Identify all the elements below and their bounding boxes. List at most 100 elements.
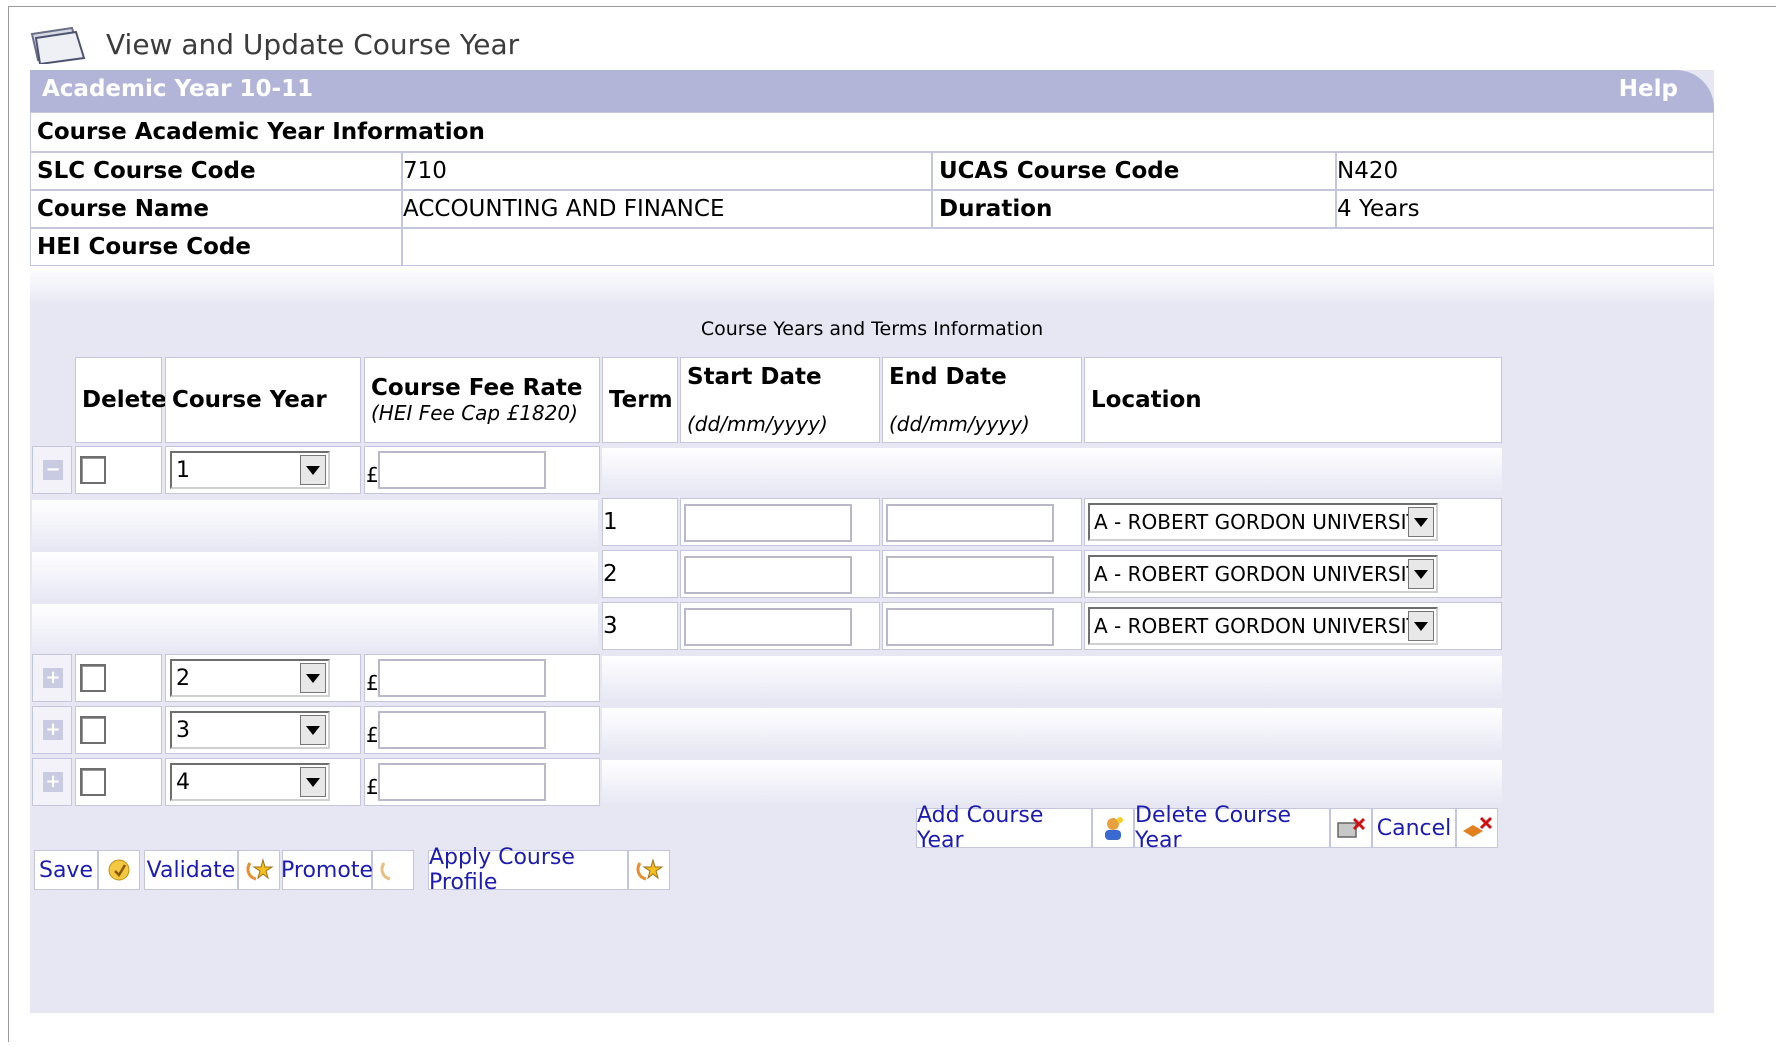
year-4-course-year-value: 4	[176, 769, 190, 795]
chevron-down-icon	[1408, 559, 1434, 589]
header-location: Location	[1084, 357, 1502, 443]
term-1-end-date-input[interactable]	[886, 504, 1054, 542]
year-4-course-year-select[interactable]: 4	[170, 763, 330, 801]
apply-course-profile-icon[interactable]	[628, 850, 670, 890]
term-3-start-date-input[interactable]	[684, 608, 852, 646]
promote-button[interactable]: Promote	[281, 850, 373, 890]
term-1-left-filler	[32, 500, 598, 548]
year-2-delete-checkbox[interactable]	[80, 664, 106, 692]
term-1-location-value: A - ROBERT GORDON UNIVERSITY	[1094, 510, 1431, 534]
duration-value: 4 Years	[1336, 190, 1714, 228]
year-4-fee-input[interactable]	[378, 763, 546, 801]
year-row-expander-cell: −	[32, 446, 72, 494]
apply-course-profile-button[interactable]: Apply Course Profile	[428, 845, 628, 895]
year-1-delete-cell	[75, 446, 162, 494]
course-years-section-title: Course Years and Terms Information	[700, 318, 1044, 340]
year-4-delete-cell	[75, 758, 162, 806]
year-4-delete-checkbox[interactable]	[80, 768, 106, 796]
header-course-year: Course Year	[165, 357, 361, 443]
term-2-left-filler	[32, 552, 598, 600]
academic-year-label: Academic Year 10-11	[42, 76, 314, 102]
page-title: View and Update Course Year	[106, 27, 520, 61]
year-3-delete-checkbox[interactable]	[80, 716, 106, 744]
add-user-icon	[1105, 817, 1123, 840]
delete-course-year-button[interactable]: Delete Course Year	[1134, 803, 1330, 853]
header-course-fee-rate-label: Course Fee Rate	[371, 375, 583, 401]
course-info-section-title: Course Academic Year Information	[30, 112, 1714, 152]
hei-course-code-label: HEI Course Code	[30, 228, 402, 266]
year-2-course-year-select[interactable]: 2	[170, 659, 330, 697]
term-2-location-select[interactable]: A - ROBERT GORDON UNIVERSITY	[1088, 555, 1438, 593]
header-end-date-label: End Date	[889, 364, 1007, 390]
term-1-number: 1	[602, 498, 678, 546]
hei-course-code-value	[402, 228, 1714, 266]
header-end-date: End Date (dd/mm/yyyy)	[882, 357, 1082, 443]
add-course-year-icon[interactable]	[1092, 808, 1134, 848]
academic-year-bar: Academic Year 10-11 Help	[30, 70, 1714, 112]
year-2-delete-cell	[75, 654, 162, 702]
chevron-down-icon	[300, 715, 326, 745]
delete-course-year-icon[interactable]	[1330, 808, 1372, 848]
term-1-start-date-input[interactable]	[684, 504, 852, 542]
help-link[interactable]: Help	[1619, 76, 1678, 102]
year-1-fee-input[interactable]	[378, 451, 546, 489]
term-1-location-select[interactable]: A - ROBERT GORDON UNIVERSITY	[1088, 503, 1438, 541]
header-fee-cap: (HEI Fee Cap £1820)	[371, 401, 578, 425]
validate-button[interactable]: Validate	[144, 850, 238, 890]
course-name-label: Course Name	[30, 190, 402, 228]
save-icon[interactable]	[98, 850, 140, 890]
term-2-end-date-input[interactable]	[886, 556, 1054, 594]
year-2-fee-input[interactable]	[378, 659, 546, 697]
star-icon	[246, 858, 274, 881]
chevron-down-icon	[300, 455, 326, 485]
promote-icon[interactable]	[372, 850, 414, 890]
year-4-filler	[602, 760, 1502, 804]
header-delete: Delete	[75, 357, 167, 443]
year-row-expander-cell: +	[32, 706, 72, 754]
ucas-course-code-label: UCAS Course Code	[932, 152, 1336, 190]
cancel-x-icon	[1463, 816, 1493, 837]
header-start-date-format: (dd/mm/yyyy)	[687, 412, 828, 436]
expand-icon[interactable]: +	[43, 720, 63, 740]
header-end-date-format: (dd/mm/yyyy)	[889, 412, 1030, 436]
term-3-location-value: A - ROBERT GORDON UNIVERSITY	[1094, 614, 1431, 638]
expand-icon[interactable]: +	[43, 772, 63, 792]
year-3-filler	[602, 708, 1502, 752]
header-course-fee-rate: Course Fee Rate (HEI Fee Cap £1820)	[364, 357, 600, 443]
year-1-currency-symbol: £	[366, 463, 379, 487]
year-3-currency-symbol: £	[366, 723, 379, 747]
year-2-filler	[602, 656, 1502, 700]
year-3-fee-input[interactable]	[378, 711, 546, 749]
expand-icon[interactable]: +	[43, 668, 63, 688]
spacer-row	[30, 266, 1714, 304]
year-2-currency-symbol: £	[366, 671, 379, 695]
year-row-expander-cell: +	[32, 758, 72, 806]
term-3-left-filler	[32, 604, 598, 652]
year-1-filler	[602, 448, 1502, 492]
save-button[interactable]: Save	[34, 850, 98, 890]
year-3-course-year-select[interactable]: 3	[170, 711, 330, 749]
chevron-down-icon	[300, 663, 326, 693]
cancel-icon[interactable]	[1456, 808, 1498, 848]
year-1-course-year-select[interactable]: 1	[170, 451, 330, 489]
year-1-course-year-value: 1	[176, 457, 190, 483]
moon-icon	[380, 861, 400, 881]
header-term: Term	[602, 357, 678, 443]
delete-icon	[1337, 817, 1366, 838]
year-4-currency-symbol: £	[366, 775, 379, 799]
cancel-button[interactable]: Cancel	[1372, 808, 1456, 848]
slc-course-code-value: 710	[402, 152, 932, 190]
chevron-down-icon	[1408, 507, 1434, 537]
year-2-course-year-value: 2	[176, 665, 190, 691]
year-row-expander-cell: +	[32, 654, 72, 702]
validate-icon[interactable]	[238, 850, 280, 890]
chevron-down-icon	[1408, 611, 1434, 641]
add-course-year-button[interactable]: Add Course Year	[916, 803, 1092, 853]
term-3-end-date-input[interactable]	[886, 608, 1054, 646]
term-2-start-date-input[interactable]	[684, 556, 852, 594]
main-panel: Academic Year 10-11 Help Course Academic…	[30, 70, 1714, 1013]
year-1-delete-checkbox[interactable]	[80, 456, 106, 484]
term-3-location-select[interactable]: A - ROBERT GORDON UNIVERSITY	[1088, 607, 1438, 645]
collapse-icon[interactable]: −	[43, 460, 63, 480]
star-arrow-icon	[108, 859, 130, 881]
